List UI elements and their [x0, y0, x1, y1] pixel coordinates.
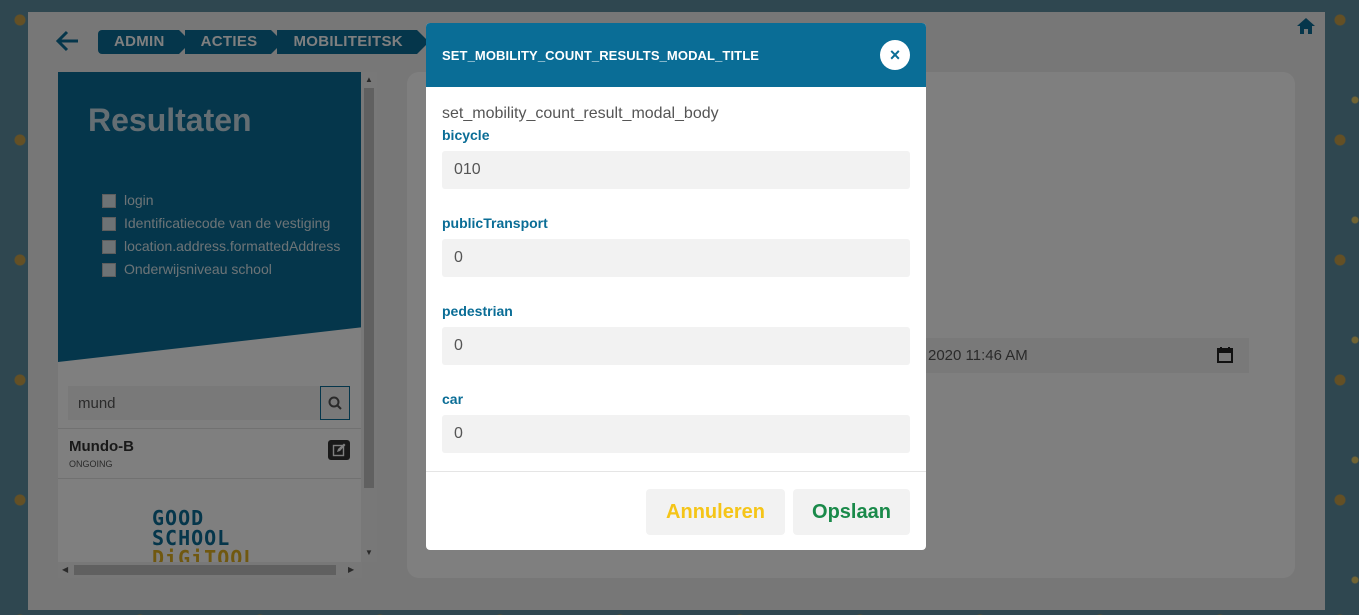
- close-button[interactable]: ×: [880, 40, 910, 70]
- modal-body: set_mobility_count_result_modal_body bic…: [426, 87, 926, 453]
- car-label: car: [442, 391, 464, 407]
- cancel-button[interactable]: Annuleren: [646, 489, 785, 535]
- car-field[interactable]: [442, 415, 910, 453]
- bicycle-field[interactable]: [442, 151, 910, 189]
- close-icon: ×: [889, 45, 901, 65]
- pedestrian-label: pedestrian: [442, 303, 513, 319]
- save-button[interactable]: Opslaan: [793, 489, 910, 535]
- modal-footer: Annuleren Opslaan: [426, 471, 926, 550]
- public-transport-label: publicTransport: [442, 215, 548, 231]
- modal-header: SET_MOBILITY_COUNT_RESULTS_MODAL_TITLE ×: [426, 23, 926, 87]
- modal-title: SET_MOBILITY_COUNT_RESULTS_MODAL_TITLE: [442, 47, 760, 63]
- public-transport-field[interactable]: [442, 239, 910, 277]
- pedestrian-field[interactable]: [442, 327, 910, 365]
- mobility-count-modal: SET_MOBILITY_COUNT_RESULTS_MODAL_TITLE ×…: [426, 23, 926, 550]
- bicycle-label: bicycle: [442, 127, 490, 143]
- modal-body-text: set_mobility_count_result_modal_body: [442, 105, 719, 122]
